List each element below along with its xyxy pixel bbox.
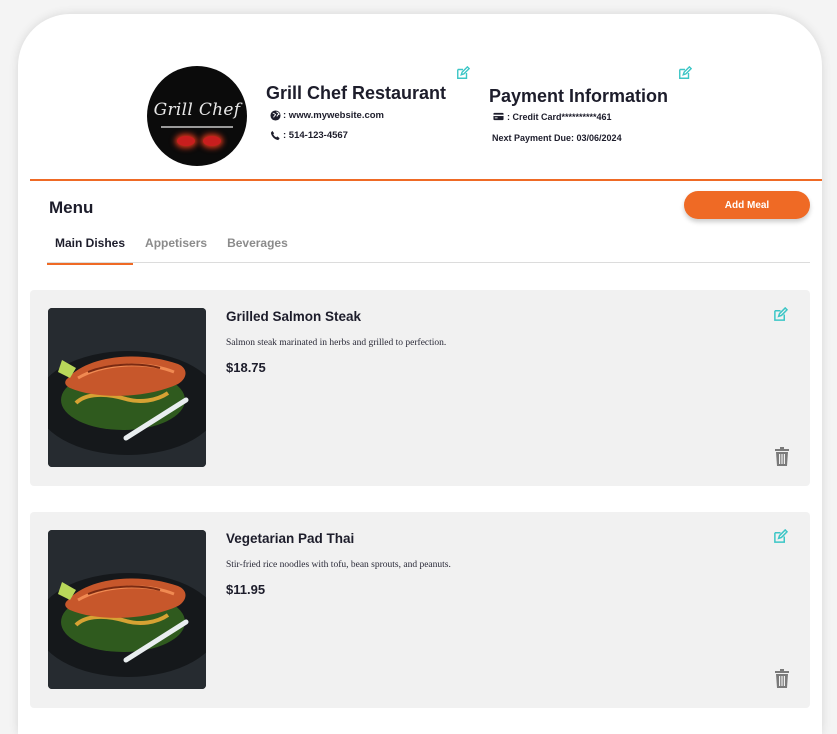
edit-icon[interactable] — [773, 307, 788, 322]
menu-item-name: Vegetarian Pad Thai — [226, 531, 355, 546]
menu-item-name: Grilled Salmon Steak — [226, 309, 362, 324]
logo-flame — [203, 136, 221, 146]
tab-main-dishes[interactable]: Main Dishes — [47, 236, 134, 265]
restaurant-logo: Grill Chef — [147, 66, 247, 166]
tabs-divider — [47, 262, 810, 263]
phone-icon — [270, 130, 280, 141]
menu-item-photo — [48, 530, 206, 689]
menu-item-description: Salmon steak marinated in herbs and gril… — [226, 338, 447, 348]
menu-item: Grilled Salmon Steak Salmon steak marina… — [30, 290, 810, 486]
logo-text: Grill Chef — [153, 100, 241, 120]
tab-appetisers[interactable]: Appetisers — [137, 236, 215, 265]
edit-payment-icon[interactable] — [678, 66, 692, 80]
logo-underline — [161, 126, 233, 128]
menu-item-description: Stir-fried rice noodles with tofu, bean … — [226, 560, 451, 570]
credit-card-icon — [493, 112, 504, 121]
restaurant-name: Grill Chef Restaurant — [266, 83, 447, 103]
menu-item-photo — [48, 308, 206, 467]
restaurant-dashboard-card: Grill Chef Grill Chef Restaurant : www.m… — [18, 14, 822, 734]
logo-flame — [177, 136, 195, 146]
website-text: : www.mywebsite.com — [283, 110, 385, 121]
restaurant-website: : www.mywebsite.com — [270, 110, 384, 121]
card-text: : Credit Card**********461 — [507, 111, 612, 122]
payment-card: : Credit Card**********461 — [492, 111, 612, 122]
menu-item: Vegetarian Pad Thai Stir-fried rice nood… — [30, 512, 810, 708]
menu-title: Menu — [49, 198, 94, 217]
add-meal-button[interactable]: Add Meal — [684, 191, 810, 219]
trash-icon[interactable] — [774, 447, 790, 466]
phone-text: : 514-123-4567 — [283, 130, 348, 141]
next-payment-due: Next Payment Due: 03/06/2024 — [492, 133, 622, 143]
trash-icon[interactable] — [774, 669, 790, 688]
restaurant-phone: : 514-123-4567 — [270, 130, 348, 141]
menu-tabs: Main Dishes Appetisers Beverages — [47, 236, 300, 265]
globe-icon — [270, 110, 281, 121]
header-divider — [30, 179, 822, 181]
tab-beverages[interactable]: Beverages — [219, 236, 296, 265]
edit-icon[interactable] — [773, 529, 788, 544]
menu-item-price: $11.95 — [226, 582, 266, 597]
edit-restaurant-icon[interactable] — [456, 66, 470, 80]
payment-title: Payment Information — [489, 86, 669, 106]
menu-item-price: $18.75 — [226, 360, 266, 375]
